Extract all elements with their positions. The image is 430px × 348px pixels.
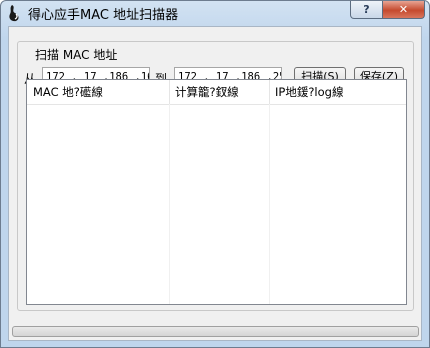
column-header-computer[interactable]: 计算籠?釵線 <box>169 80 269 104</box>
close-icon: ✕ <box>398 3 409 16</box>
help-icon: ? <box>363 3 370 16</box>
results-list[interactable]: MAC 地?礷線 计算籠?釵線 IP地鍰?log線 <box>26 79 407 305</box>
column-gridline <box>269 104 270 304</box>
group-label: 扫描 MAC 地址 <box>32 46 121 63</box>
progress-bar <box>12 326 419 337</box>
column-header-ip[interactable]: IP地鍰?log線 <box>269 80 406 104</box>
title-bar[interactable]: 得心应手MAC 地址扫描器 ? ✕ <box>1 1 429 25</box>
help-button[interactable]: ? <box>350 1 383 19</box>
column-gridline <box>169 104 170 304</box>
list-header: MAC 地?礷線 计算籠?釵線 IP地鍰?log線 <box>27 80 406 105</box>
app-window: 得心应手MAC 地址扫描器 ? ✕ 扫描 MAC 地址 从 172 . 17 .… <box>0 0 430 348</box>
client-area: 扫描 MAC 地址 从 172 . 17 .186 .165 到 172 . 1… <box>8 26 422 341</box>
window-title: 得心应手MAC 地址扫描器 <box>28 8 179 23</box>
app-icon <box>7 4 23 22</box>
close-button[interactable]: ✕ <box>382 1 425 19</box>
column-header-mac[interactable]: MAC 地?礷線 <box>27 80 169 104</box>
